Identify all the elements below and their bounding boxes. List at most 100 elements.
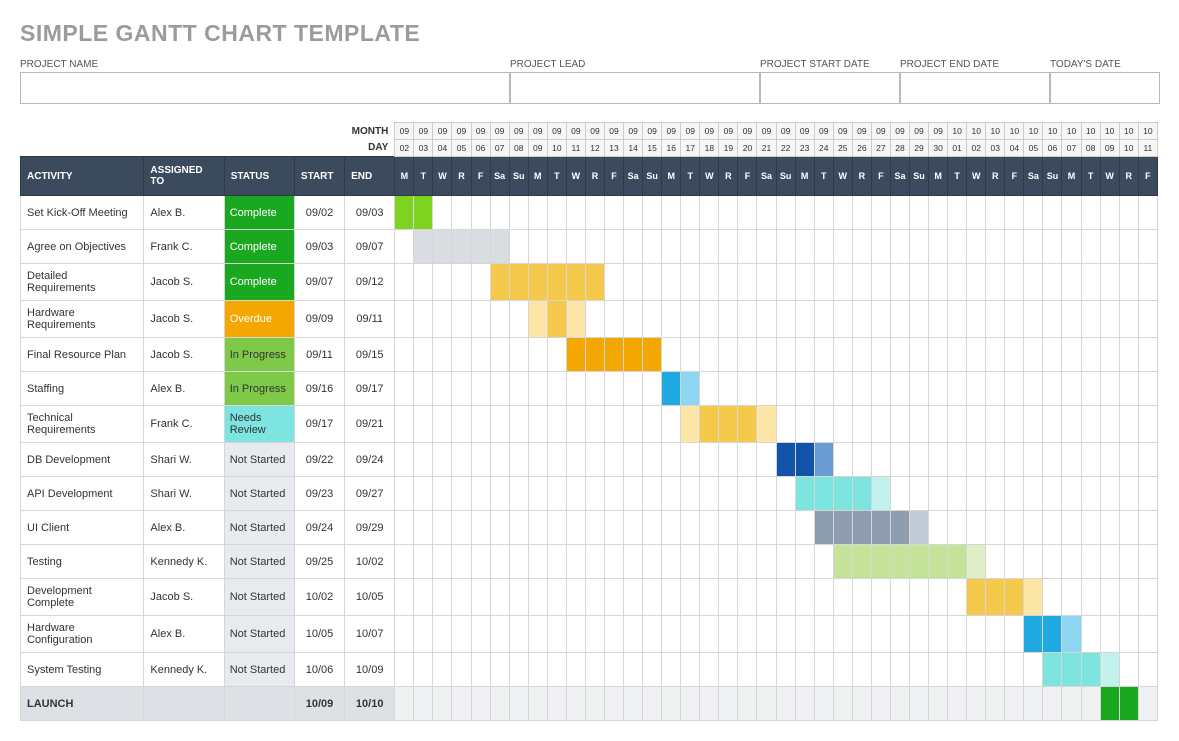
gantt-cell[interactable] bbox=[604, 616, 623, 653]
gantt-cell[interactable] bbox=[509, 230, 528, 264]
gantt-cell[interactable] bbox=[1043, 230, 1062, 264]
gantt-cell[interactable] bbox=[1024, 230, 1043, 264]
gantt-cell[interactable] bbox=[509, 301, 528, 338]
gantt-cell[interactable] bbox=[929, 301, 948, 338]
gantt-cell[interactable] bbox=[1024, 579, 1043, 616]
gantt-cell[interactable] bbox=[414, 477, 433, 511]
gantt-cell[interactable] bbox=[395, 264, 414, 301]
gantt-cell[interactable] bbox=[833, 653, 852, 687]
today-input[interactable] bbox=[1050, 72, 1160, 104]
gantt-cell[interactable] bbox=[681, 443, 700, 477]
gantt-cell[interactable] bbox=[814, 196, 833, 230]
gantt-cell[interactable] bbox=[604, 264, 623, 301]
status-cell[interactable]: Not Started bbox=[224, 511, 294, 545]
gantt-cell[interactable] bbox=[452, 545, 471, 579]
gantt-cell[interactable] bbox=[1005, 406, 1024, 443]
gantt-cell[interactable] bbox=[395, 406, 414, 443]
gantt-cell[interactable] bbox=[1024, 372, 1043, 406]
gantt-cell[interactable] bbox=[1043, 545, 1062, 579]
gantt-cell[interactable] bbox=[643, 406, 662, 443]
gantt-cell[interactable] bbox=[1043, 301, 1062, 338]
gantt-cell[interactable] bbox=[1024, 653, 1043, 687]
project-end-input[interactable] bbox=[900, 72, 1050, 104]
gantt-cell[interactable] bbox=[604, 477, 623, 511]
gantt-cell[interactable] bbox=[1100, 406, 1119, 443]
gantt-cell[interactable] bbox=[1062, 338, 1081, 372]
gantt-cell[interactable] bbox=[1119, 301, 1138, 338]
gantt-cell[interactable] bbox=[1119, 579, 1138, 616]
gantt-cell[interactable] bbox=[1081, 545, 1100, 579]
assigned-cell[interactable]: Frank C. bbox=[144, 230, 224, 264]
end-cell[interactable]: 09/29 bbox=[345, 511, 395, 545]
gantt-cell[interactable] bbox=[1119, 511, 1138, 545]
gantt-cell[interactable] bbox=[700, 372, 719, 406]
gantt-cell[interactable] bbox=[795, 579, 814, 616]
activity-cell[interactable]: Staffing bbox=[21, 372, 144, 406]
gantt-cell[interactable] bbox=[738, 338, 757, 372]
gantt-cell[interactable] bbox=[547, 616, 566, 653]
gantt-cell[interactable] bbox=[1024, 511, 1043, 545]
gantt-cell[interactable] bbox=[452, 338, 471, 372]
gantt-cell[interactable] bbox=[852, 653, 871, 687]
gantt-cell[interactable] bbox=[681, 616, 700, 653]
start-cell[interactable]: 09/22 bbox=[294, 443, 344, 477]
gantt-cell[interactable] bbox=[452, 230, 471, 264]
gantt-cell[interactable] bbox=[1081, 579, 1100, 616]
gantt-cell[interactable] bbox=[814, 264, 833, 301]
gantt-cell[interactable] bbox=[719, 196, 738, 230]
gantt-cell[interactable] bbox=[452, 579, 471, 616]
assigned-cell[interactable]: Alex B. bbox=[144, 372, 224, 406]
gantt-cell[interactable] bbox=[1005, 443, 1024, 477]
gantt-cell[interactable] bbox=[681, 338, 700, 372]
gantt-cell[interactable] bbox=[471, 616, 490, 653]
gantt-cell[interactable] bbox=[566, 443, 585, 477]
gantt-cell[interactable] bbox=[967, 616, 986, 653]
gantt-cell[interactable] bbox=[662, 264, 681, 301]
gantt-cell[interactable] bbox=[490, 406, 509, 443]
start-cell[interactable]: 09/23 bbox=[294, 477, 344, 511]
gantt-cell[interactable] bbox=[1138, 264, 1157, 301]
gantt-cell[interactable] bbox=[643, 477, 662, 511]
gantt-cell[interactable] bbox=[566, 196, 585, 230]
gantt-cell[interactable] bbox=[490, 196, 509, 230]
gantt-cell[interactable] bbox=[1062, 196, 1081, 230]
end-cell[interactable]: 09/24 bbox=[345, 443, 395, 477]
gantt-cell[interactable] bbox=[929, 653, 948, 687]
gantt-cell[interactable] bbox=[776, 301, 795, 338]
end-cell[interactable]: 09/21 bbox=[345, 406, 395, 443]
assigned-cell[interactable]: Frank C. bbox=[144, 406, 224, 443]
gantt-cell[interactable] bbox=[643, 616, 662, 653]
project-name-input[interactable] bbox=[20, 72, 510, 104]
gantt-cell[interactable] bbox=[624, 511, 643, 545]
gantt-cell[interactable] bbox=[929, 196, 948, 230]
gantt-cell[interactable] bbox=[1100, 264, 1119, 301]
gantt-cell[interactable] bbox=[1043, 443, 1062, 477]
gantt-cell[interactable] bbox=[585, 264, 604, 301]
gantt-cell[interactable] bbox=[986, 511, 1005, 545]
gantt-cell[interactable] bbox=[700, 301, 719, 338]
gantt-cell[interactable] bbox=[852, 443, 871, 477]
gantt-cell[interactable] bbox=[700, 545, 719, 579]
gantt-cell[interactable] bbox=[776, 406, 795, 443]
gantt-cell[interactable] bbox=[395, 301, 414, 338]
gantt-cell[interactable] bbox=[414, 338, 433, 372]
gantt-cell[interactable] bbox=[890, 443, 909, 477]
status-cell[interactable]: Not Started bbox=[224, 653, 294, 687]
gantt-cell[interactable] bbox=[1081, 616, 1100, 653]
gantt-cell[interactable] bbox=[795, 616, 814, 653]
gantt-cell[interactable] bbox=[433, 301, 452, 338]
gantt-cell[interactable] bbox=[528, 264, 547, 301]
gantt-cell[interactable] bbox=[719, 653, 738, 687]
gantt-cell[interactable] bbox=[471, 653, 490, 687]
gantt-cell[interactable] bbox=[471, 545, 490, 579]
gantt-cell[interactable] bbox=[1119, 406, 1138, 443]
gantt-cell[interactable] bbox=[1062, 406, 1081, 443]
start-cell[interactable]: 10/02 bbox=[294, 579, 344, 616]
gantt-cell[interactable] bbox=[719, 477, 738, 511]
gantt-cell[interactable] bbox=[738, 406, 757, 443]
gantt-cell[interactable] bbox=[871, 338, 890, 372]
gantt-cell[interactable] bbox=[1100, 443, 1119, 477]
gantt-cell[interactable] bbox=[624, 372, 643, 406]
activity-cell[interactable]: Development Complete bbox=[21, 579, 144, 616]
status-cell[interactable]: Not Started bbox=[224, 579, 294, 616]
